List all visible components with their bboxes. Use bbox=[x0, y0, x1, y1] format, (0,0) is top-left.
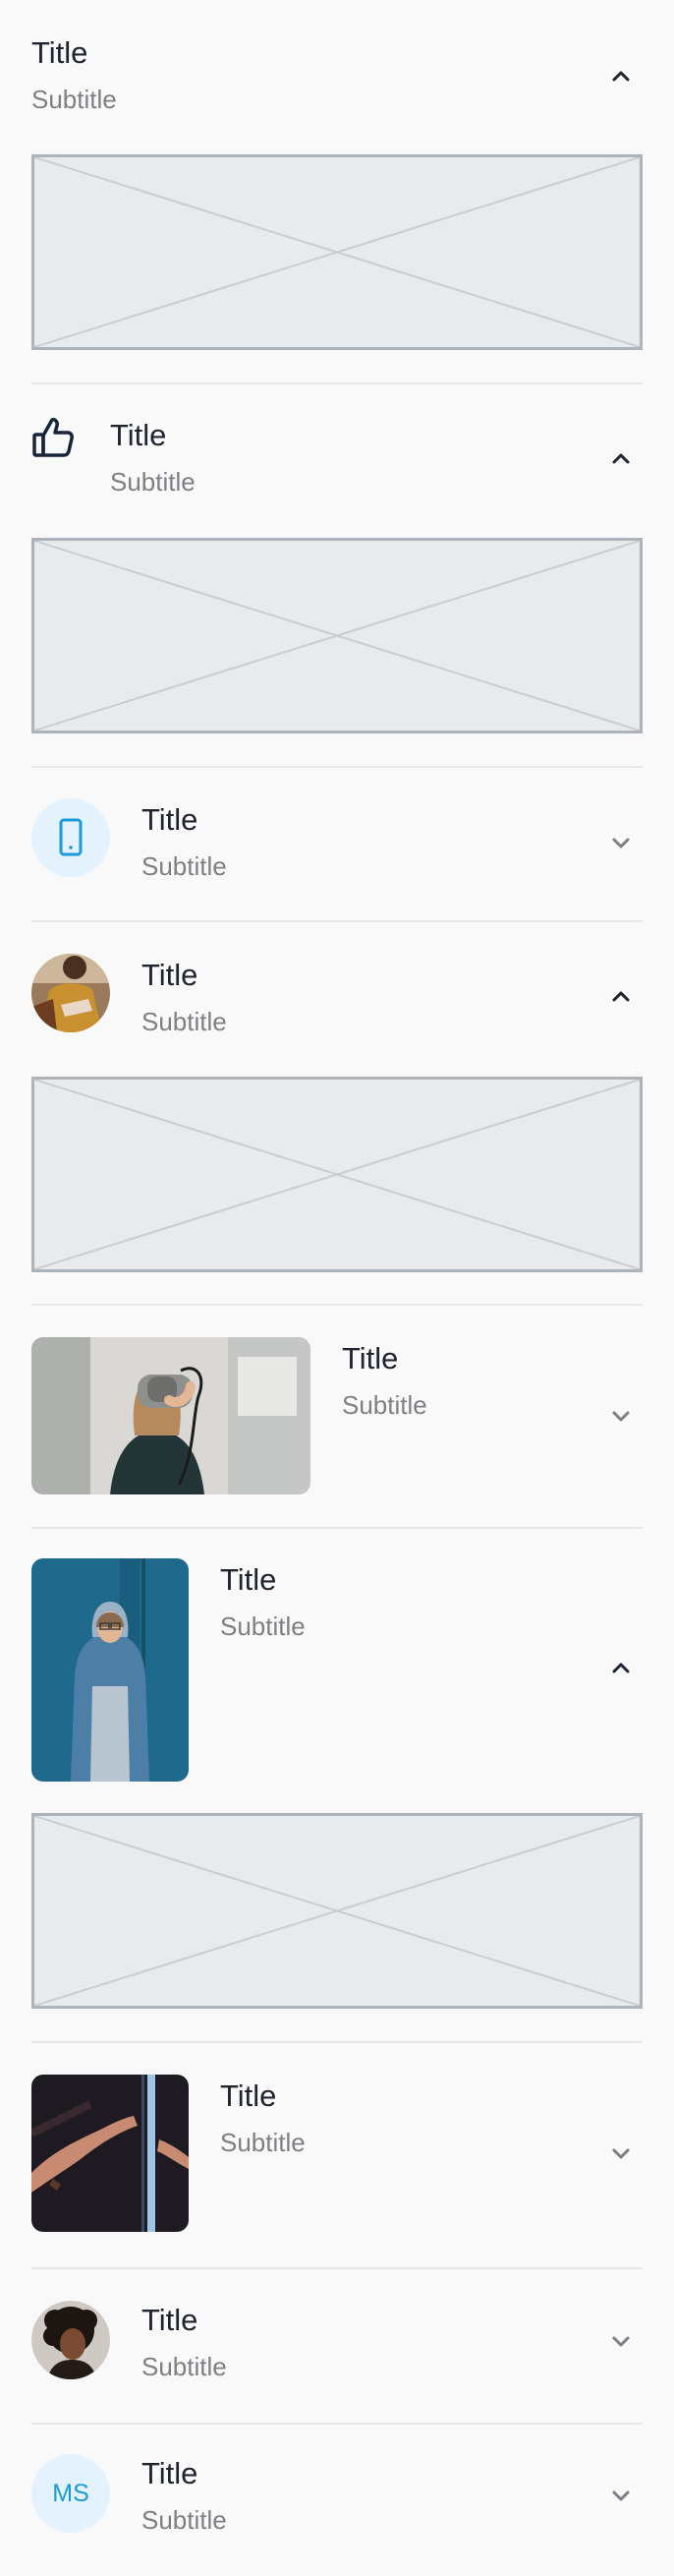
divider bbox=[31, 1304, 643, 1306]
chevron-up-icon[interactable] bbox=[609, 985, 633, 1009]
item-title: Title bbox=[141, 958, 198, 992]
item-subtitle: Subtitle bbox=[141, 2505, 227, 2535]
item-subtitle: Subtitle bbox=[141, 851, 227, 881]
content-placeholder bbox=[31, 1077, 643, 1272]
divider bbox=[31, 2267, 643, 2269]
divider bbox=[31, 2423, 643, 2425]
chevron-down-icon[interactable] bbox=[609, 1404, 633, 1428]
chevron-up-icon[interactable] bbox=[609, 65, 633, 88]
item-title: Title bbox=[31, 35, 88, 70]
chevron-up-icon[interactable] bbox=[609, 1657, 633, 1680]
chevron-up-icon[interactable] bbox=[609, 447, 633, 471]
item-subtitle: Subtitle bbox=[141, 2352, 227, 2381]
chevron-down-icon[interactable] bbox=[609, 831, 633, 854]
list-item[interactable]: Title Subtitle bbox=[31, 403, 643, 511]
divider bbox=[31, 920, 643, 922]
chevron-down-icon[interactable] bbox=[609, 2141, 633, 2165]
thumbs-up-icon bbox=[31, 416, 75, 459]
thumbnail-image bbox=[31, 1558, 189, 1782]
content-placeholder bbox=[31, 538, 643, 733]
chevron-down-icon[interactable] bbox=[609, 2329, 633, 2353]
thumbnail-image bbox=[31, 2075, 189, 2232]
item-title: Title bbox=[220, 1562, 277, 1597]
divider bbox=[31, 1527, 643, 1529]
divider bbox=[31, 2041, 643, 2043]
list-item[interactable]: Title Subtitle bbox=[31, 1317, 643, 1504]
item-subtitle: Subtitle bbox=[220, 2128, 306, 2157]
expandable-list: Title Subtitle Title Subtitle Title Subt… bbox=[0, 0, 674, 2576]
content-placeholder bbox=[31, 1813, 643, 2009]
item-title: Title bbox=[342, 1341, 399, 1376]
item-subtitle: Subtitle bbox=[342, 1390, 427, 1420]
avatar bbox=[31, 954, 110, 1032]
chevron-down-icon[interactable] bbox=[609, 2484, 633, 2507]
item-subtitle: Subtitle bbox=[31, 85, 117, 114]
item-title: Title bbox=[110, 418, 167, 452]
phone-icon bbox=[31, 798, 110, 877]
list-item[interactable]: Title Subtitle bbox=[31, 1539, 643, 1789]
item-title: Title bbox=[141, 2456, 198, 2490]
divider bbox=[31, 766, 643, 768]
item-subtitle: Subtitle bbox=[141, 1007, 227, 1036]
list-item[interactable]: Title Subtitle bbox=[31, 2285, 643, 2393]
content-placeholder bbox=[31, 154, 643, 350]
item-title: Title bbox=[220, 2078, 277, 2113]
initials-avatar: MS bbox=[31, 2454, 110, 2533]
item-subtitle: Subtitle bbox=[220, 1611, 306, 1641]
list-item[interactable]: Title Subtitle bbox=[31, 787, 643, 895]
list-item[interactable]: MS Title Subtitle bbox=[31, 2438, 643, 2556]
thumbnail-image bbox=[31, 1337, 310, 1494]
avatar bbox=[31, 2301, 110, 2379]
list-item[interactable]: Title Subtitle bbox=[31, 2055, 643, 2242]
list-item[interactable]: Title Subtitle bbox=[31, 942, 643, 1050]
item-subtitle: Subtitle bbox=[110, 467, 196, 497]
list-item[interactable]: Title Subtitle bbox=[31, 20, 643, 128]
item-title: Title bbox=[141, 2303, 198, 2337]
divider bbox=[31, 382, 643, 384]
item-title: Title bbox=[141, 802, 198, 837]
